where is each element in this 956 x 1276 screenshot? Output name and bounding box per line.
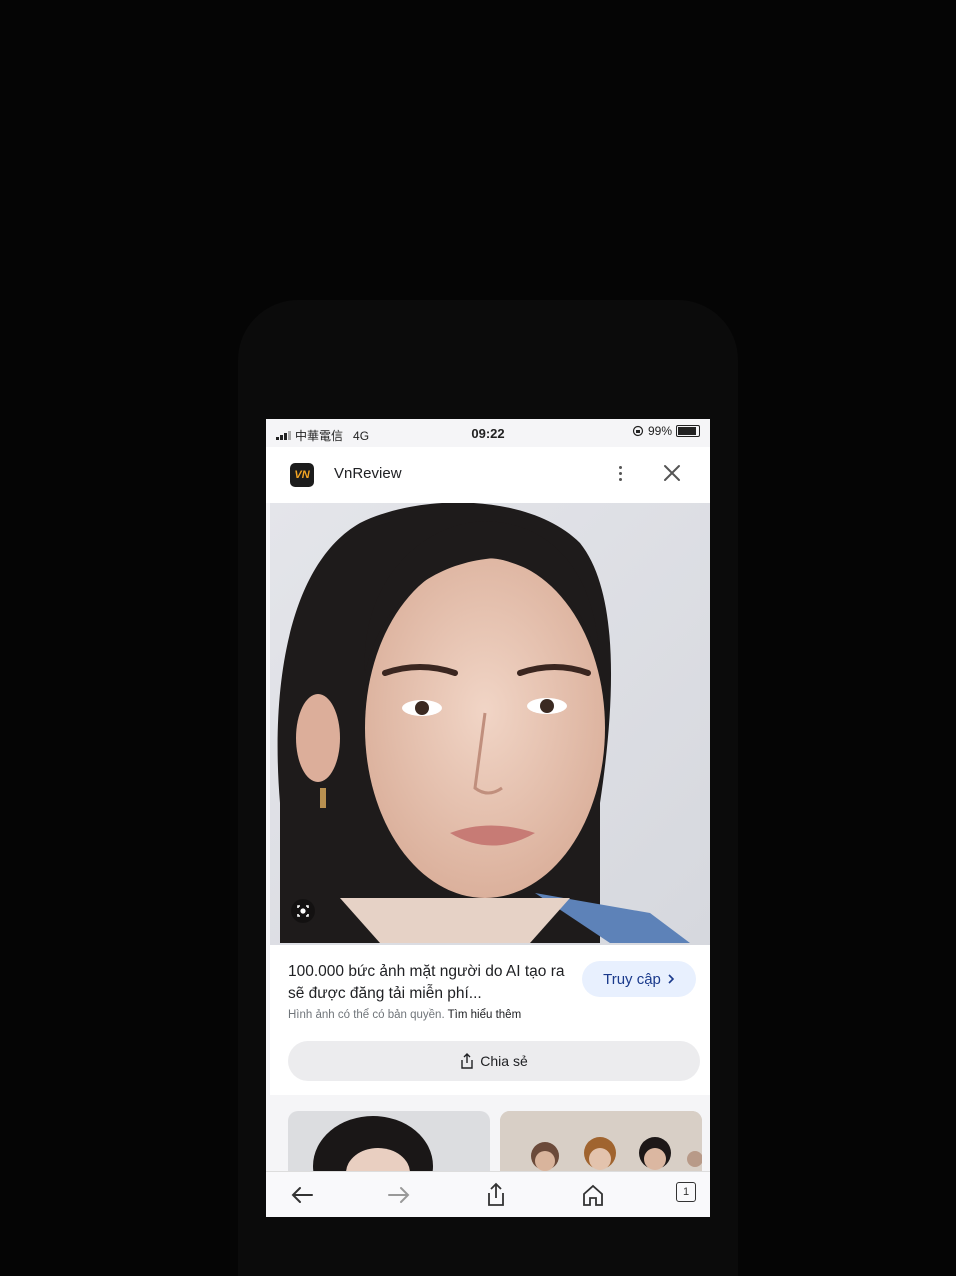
copyright-note: Hình ảnh có thể có bản quyền. Tìm hiểu t… — [288, 1009, 521, 1021]
portrait-illustration — [270, 503, 710, 945]
result-title[interactable]: 100.000 bức ảnh mặt người do AI tạo ra s… — [288, 961, 578, 1005]
status-right: 99% — [632, 424, 700, 438]
related-image-1[interactable] — [288, 1111, 490, 1171]
home-icon[interactable] — [579, 1182, 607, 1208]
tabs-icon[interactable]: 1 — [676, 1182, 696, 1202]
share-button[interactable]: Chia sẻ — [288, 1041, 700, 1081]
rotation-lock-icon — [632, 425, 644, 437]
result-card: 100.000 bức ảnh mặt người do AI tạo ra s… — [270, 945, 710, 1095]
browser-toolbar: 1 — [266, 1171, 710, 1217]
share-icon — [461, 1053, 473, 1069]
battery-percent: 99% — [647, 424, 672, 438]
related-image-2[interactable] — [500, 1111, 702, 1171]
copyright-text: Hình ảnh có thể có bản quyền. — [288, 1009, 445, 1021]
site-name[interactable]: VnReview — [334, 465, 402, 482]
phone-screen: 中華電信 4G 09:22 99% VN VnReview 100.000 bứ… — [266, 419, 710, 1217]
visit-button[interactable]: Truy cập — [582, 961, 696, 997]
chevron-right-icon — [668, 974, 675, 984]
related-thumbnail-art — [313, 1116, 433, 1171]
status-bar: 中華電信 4G 09:22 99% — [266, 419, 710, 447]
forward-icon[interactable] — [385, 1182, 413, 1208]
back-icon[interactable] — [288, 1182, 316, 1208]
visit-label: Truy cập — [603, 970, 661, 988]
learn-more-link[interactable]: Tìm hiểu thêm — [448, 1009, 522, 1021]
share-label: Chia sẻ — [480, 1053, 528, 1069]
lens-icon[interactable] — [290, 898, 316, 924]
result-image[interactable] — [270, 503, 710, 945]
related-thumbnail-art — [500, 1111, 702, 1171]
close-icon[interactable] — [658, 459, 686, 487]
battery-icon — [676, 425, 700, 437]
site-header: VN VnReview — [266, 447, 710, 503]
site-logo[interactable]: VN — [290, 463, 314, 487]
more-icon[interactable] — [606, 459, 634, 487]
share-icon[interactable] — [482, 1182, 510, 1208]
